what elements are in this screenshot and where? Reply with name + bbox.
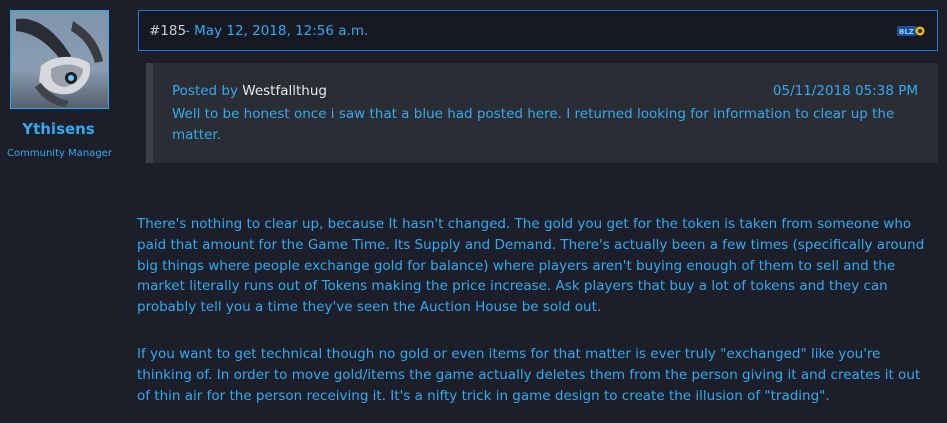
author-role: Community Manager: [7, 148, 112, 159]
forum-post: Ythisens Community Manager #185 - May 12…: [0, 0, 947, 423]
post-number-link[interactable]: #185: [149, 23, 186, 39]
post-body-paragraph: If you want to get technical though no g…: [137, 346, 921, 404]
post-header: #185 - May 12, 2018, 12:56 a.m. BLZ: [138, 10, 938, 51]
quote-attribution: Posted by Westfallthug: [172, 83, 327, 99]
post-date: - May 12, 2018, 12:56 a.m.: [185, 23, 369, 39]
post-body-paragraph: There's nothing to clear up, because It …: [137, 216, 925, 316]
quote-posted-by-label: Posted by: [172, 83, 243, 99]
quote-timestamp: 05/11/2018 05:38 PM: [772, 83, 918, 99]
blizzard-icon: BLZ: [897, 26, 925, 36]
avatar[interactable]: [10, 10, 109, 109]
quote-block: Posted by Westfallthug 05/11/2018 05:38 …: [146, 63, 938, 163]
avatar-image: [11, 11, 108, 108]
svg-text:BLZ: BLZ: [899, 28, 914, 36]
quote-text: Well to be honest once i saw that a blue…: [172, 106, 895, 143]
quote-author[interactable]: Westfallthug: [242, 83, 327, 99]
author-username[interactable]: Ythisens: [0, 120, 117, 138]
